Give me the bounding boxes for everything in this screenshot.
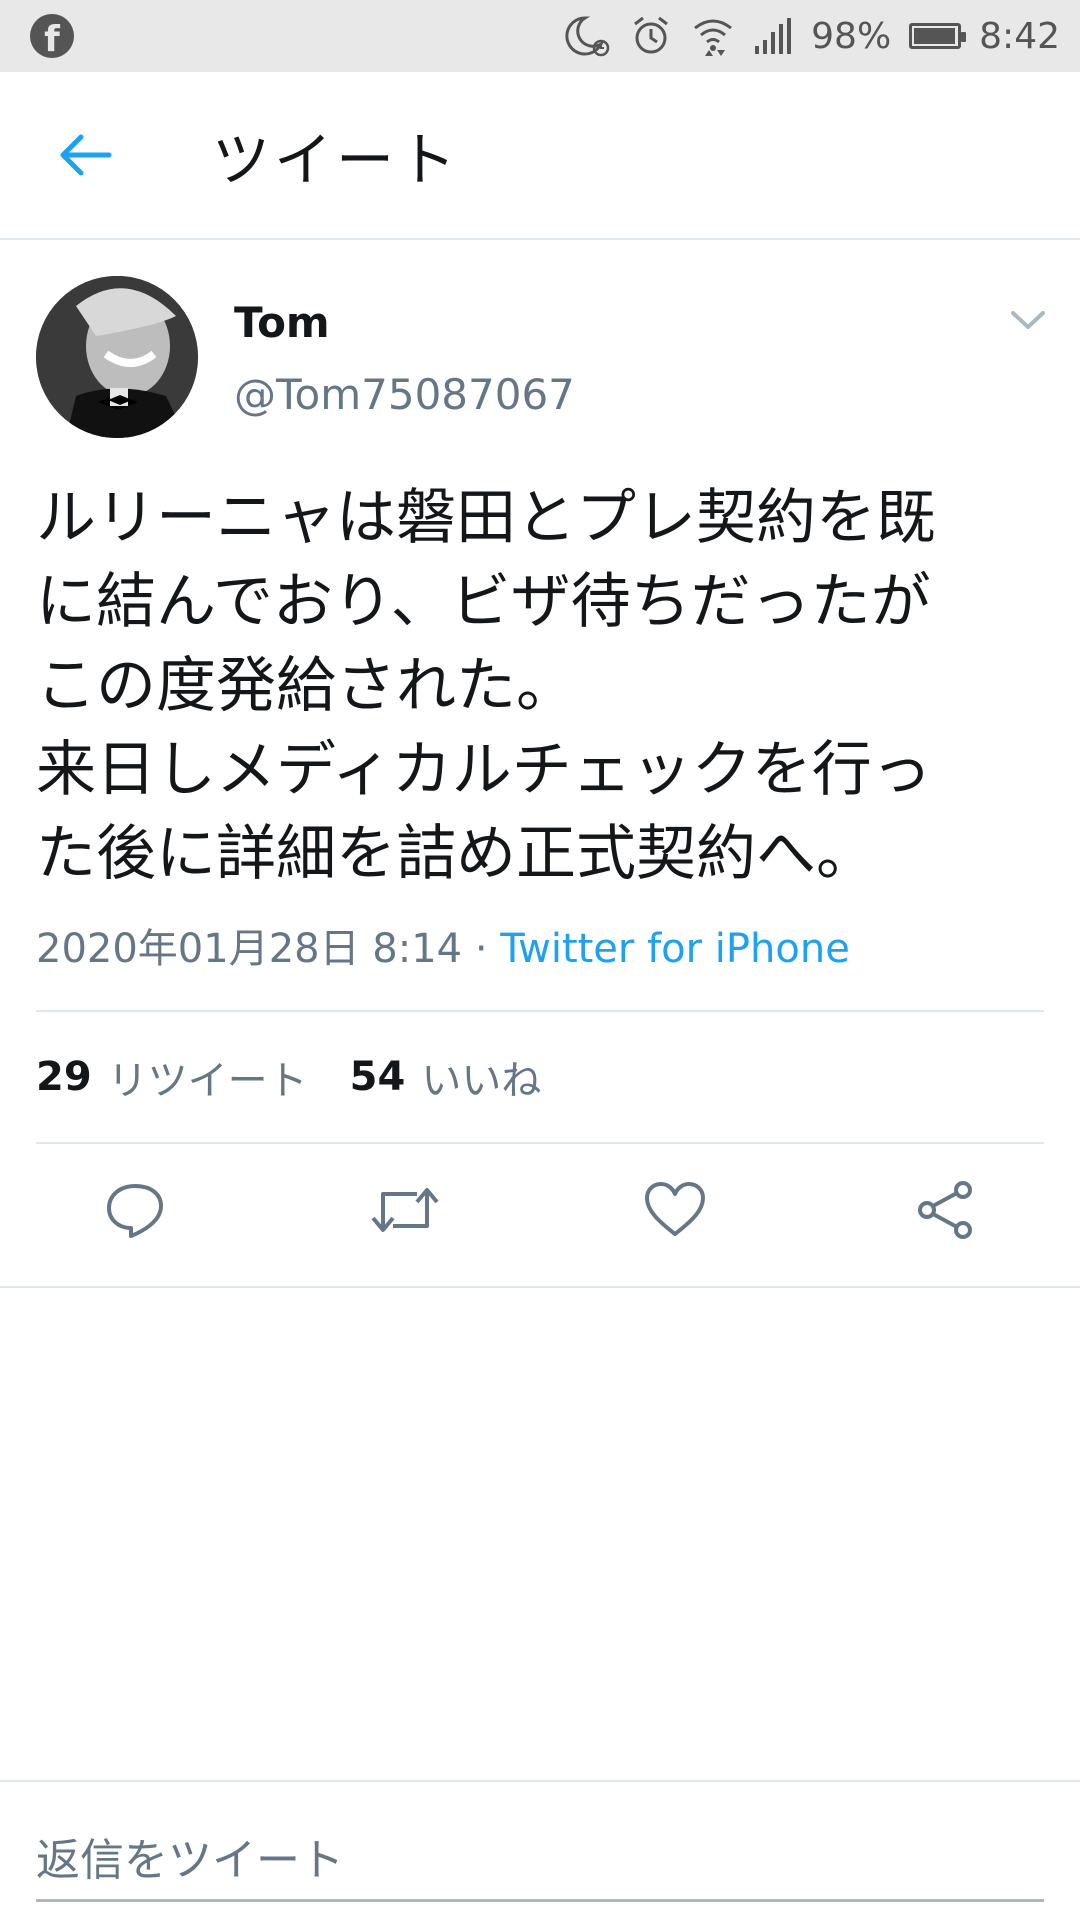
chevron-down-icon bbox=[1011, 311, 1045, 329]
likes-stat[interactable]: 54 いいね bbox=[350, 1048, 542, 1106]
alarm-icon bbox=[629, 14, 673, 58]
reply-input[interactable]: 返信をツイート bbox=[36, 1812, 1044, 1902]
retweets-label: リツイート bbox=[107, 1058, 308, 1104]
like-icon bbox=[645, 1182, 705, 1236]
retweets-count: 29 bbox=[36, 1054, 92, 1100]
meta-separator: · bbox=[474, 926, 488, 972]
wifi-icon bbox=[691, 14, 735, 58]
tweet-meta: 2020年01月28日 8:14 · Twitter for iPhone bbox=[36, 916, 850, 974]
back-button[interactable] bbox=[40, 110, 130, 200]
tweet-stats: 29 リツイート 54 いいね bbox=[36, 1048, 583, 1106]
share-button[interactable] bbox=[903, 1168, 987, 1252]
top-app-bar: ツイート bbox=[0, 72, 1080, 240]
retweet-icon bbox=[371, 1188, 439, 1232]
battery-percent: 98% bbox=[811, 15, 892, 57]
retweet-button[interactable] bbox=[363, 1168, 447, 1252]
section-divider bbox=[0, 1286, 1080, 1288]
battery-icon bbox=[909, 23, 967, 49]
tweet-source-link[interactable]: Twitter for iPhone bbox=[500, 926, 850, 972]
clock: 8:42 bbox=[979, 15, 1060, 57]
likes-count: 54 bbox=[349, 1054, 406, 1100]
divider bbox=[36, 1010, 1044, 1012]
author-name[interactable]: Tom bbox=[234, 298, 330, 347]
battery-fill bbox=[914, 28, 956, 44]
likes-label: いいね bbox=[421, 1058, 542, 1104]
divider bbox=[36, 1142, 1044, 1144]
status-right: 98% 8:42 bbox=[563, 14, 1060, 58]
page-title: ツイート bbox=[212, 126, 461, 194]
tweet-actions bbox=[0, 1148, 1080, 1268]
tweet-timestamp: 2020年01月28日 8:14 bbox=[36, 926, 463, 972]
status-bar: f 98% 8:42 bbox=[0, 0, 1080, 72]
share-icon bbox=[918, 1181, 972, 1239]
facebook-icon: f bbox=[30, 14, 74, 58]
tweet-options-button[interactable] bbox=[1000, 300, 1056, 340]
author-handle[interactable]: @Tom75087067 bbox=[234, 370, 575, 419]
arrow-left-icon bbox=[60, 134, 112, 176]
reply-button[interactable] bbox=[93, 1168, 177, 1252]
signal-icon bbox=[753, 16, 793, 56]
avatar[interactable] bbox=[36, 276, 198, 438]
moon-alarm-icon bbox=[563, 14, 611, 58]
retweets-stat[interactable]: 29 リツイート bbox=[36, 1048, 308, 1106]
tweet-text: ルリーニャは磐田とプレ契約を既 に結んでおり、ビザ待ちだったが この度発給された… bbox=[36, 483, 936, 889]
status-left: f bbox=[30, 14, 563, 58]
reply-icon bbox=[107, 1184, 163, 1238]
like-button[interactable] bbox=[633, 1168, 717, 1252]
avatar-image bbox=[36, 276, 198, 438]
reply-bar: 返信をツイート bbox=[0, 1780, 1080, 1920]
